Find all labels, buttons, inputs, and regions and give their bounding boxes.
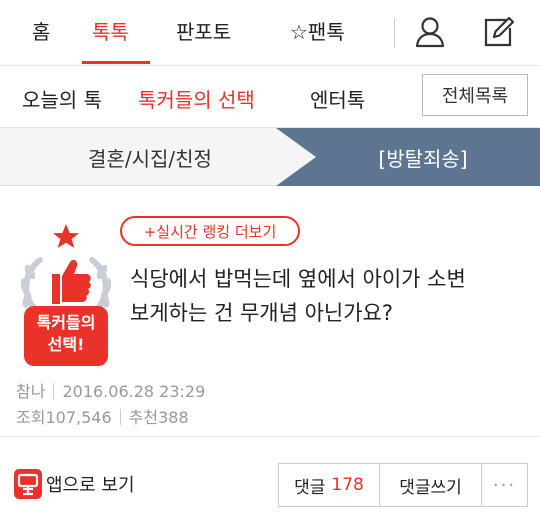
subnav-today-talk[interactable]: 오늘의 톡 [22, 84, 102, 113]
nav-fantalk[interactable]: ☆팬톡 [290, 16, 345, 45]
post-title: 식당에서 밥먹는데 옆에서 아이가 소변 보게하는 건 무개념 아닌가요? [130, 262, 530, 330]
breadcrumb-category[interactable]: 결혼/시집/친정 [0, 128, 300, 186]
views-count: 107,546 [45, 408, 112, 427]
more-options-button[interactable]: ··· [482, 463, 528, 507]
breadcrumb-board[interactable]: [방탈죄송] [276, 128, 540, 186]
recommend-count: 388 [158, 408, 189, 427]
breadcrumb: 결혼/시집/친정 [방탈죄송] [0, 128, 540, 186]
nav-home[interactable]: 홈 [32, 16, 50, 45]
open-in-app-button[interactable]: 앱으로 보기 [14, 468, 135, 500]
comments-label: 댓글 [294, 477, 326, 498]
write-icon[interactable] [478, 12, 518, 52]
nav-divider [394, 18, 395, 48]
badge-text-line1: 톡커들의 [36, 313, 96, 332]
subnav-talkers-choice[interactable]: 톡커들의 선택 [138, 84, 255, 113]
meta-separator [119, 409, 121, 425]
views-label: 조회 [16, 408, 46, 427]
post-author[interactable]: 참나 [16, 382, 45, 401]
open-in-app-label: 앱으로 보기 [46, 475, 135, 496]
nav-toktok[interactable]: 톡톡 [92, 16, 129, 45]
comment-actions: 댓글 178 댓글쓰기 ··· [278, 463, 528, 507]
badge-text-line2: 선택! [47, 335, 85, 354]
recommend-label: 추천 [128, 408, 159, 427]
all-list-button[interactable]: 전체목록 [422, 74, 528, 116]
subnav-enter-talk[interactable]: 엔터톡 [310, 84, 365, 113]
write-comment-button[interactable]: 댓글쓰기 [380, 463, 482, 507]
comments-button[interactable]: 댓글 178 [278, 463, 380, 507]
sub-nav: 오늘의 톡 톡커들의 선택 엔터톡 전체목록 [0, 66, 540, 128]
comments-count: 178 [331, 475, 364, 495]
top-nav: 홈 톡톡 판포토 ☆팬톡 [0, 0, 540, 66]
active-tab-underline [82, 61, 150, 64]
post-meta-line1: 참나 2016.06.28 23:29 [16, 378, 205, 402]
post-title-line2: 보게하는 건 무개념 아닌가요? [130, 301, 394, 325]
user-icon[interactable] [410, 12, 450, 52]
nav-panphoto[interactable]: 판포토 [176, 16, 231, 45]
meta-separator [53, 383, 55, 399]
app-logo-icon [14, 469, 42, 499]
post-title-line1: 식당에서 밥먹는데 옆에서 아이가 소변 [130, 267, 466, 291]
post-date: 2016.06.28 23:29 [62, 382, 206, 401]
talkers-choice-badge: 톡커들의 선택! [16, 222, 116, 368]
content-divider [0, 436, 540, 437]
post-meta-line2: 조회107,546 추천388 [16, 404, 189, 428]
realtime-ranking-button[interactable]: +실시간 랭킹 더보기 [120, 216, 300, 246]
